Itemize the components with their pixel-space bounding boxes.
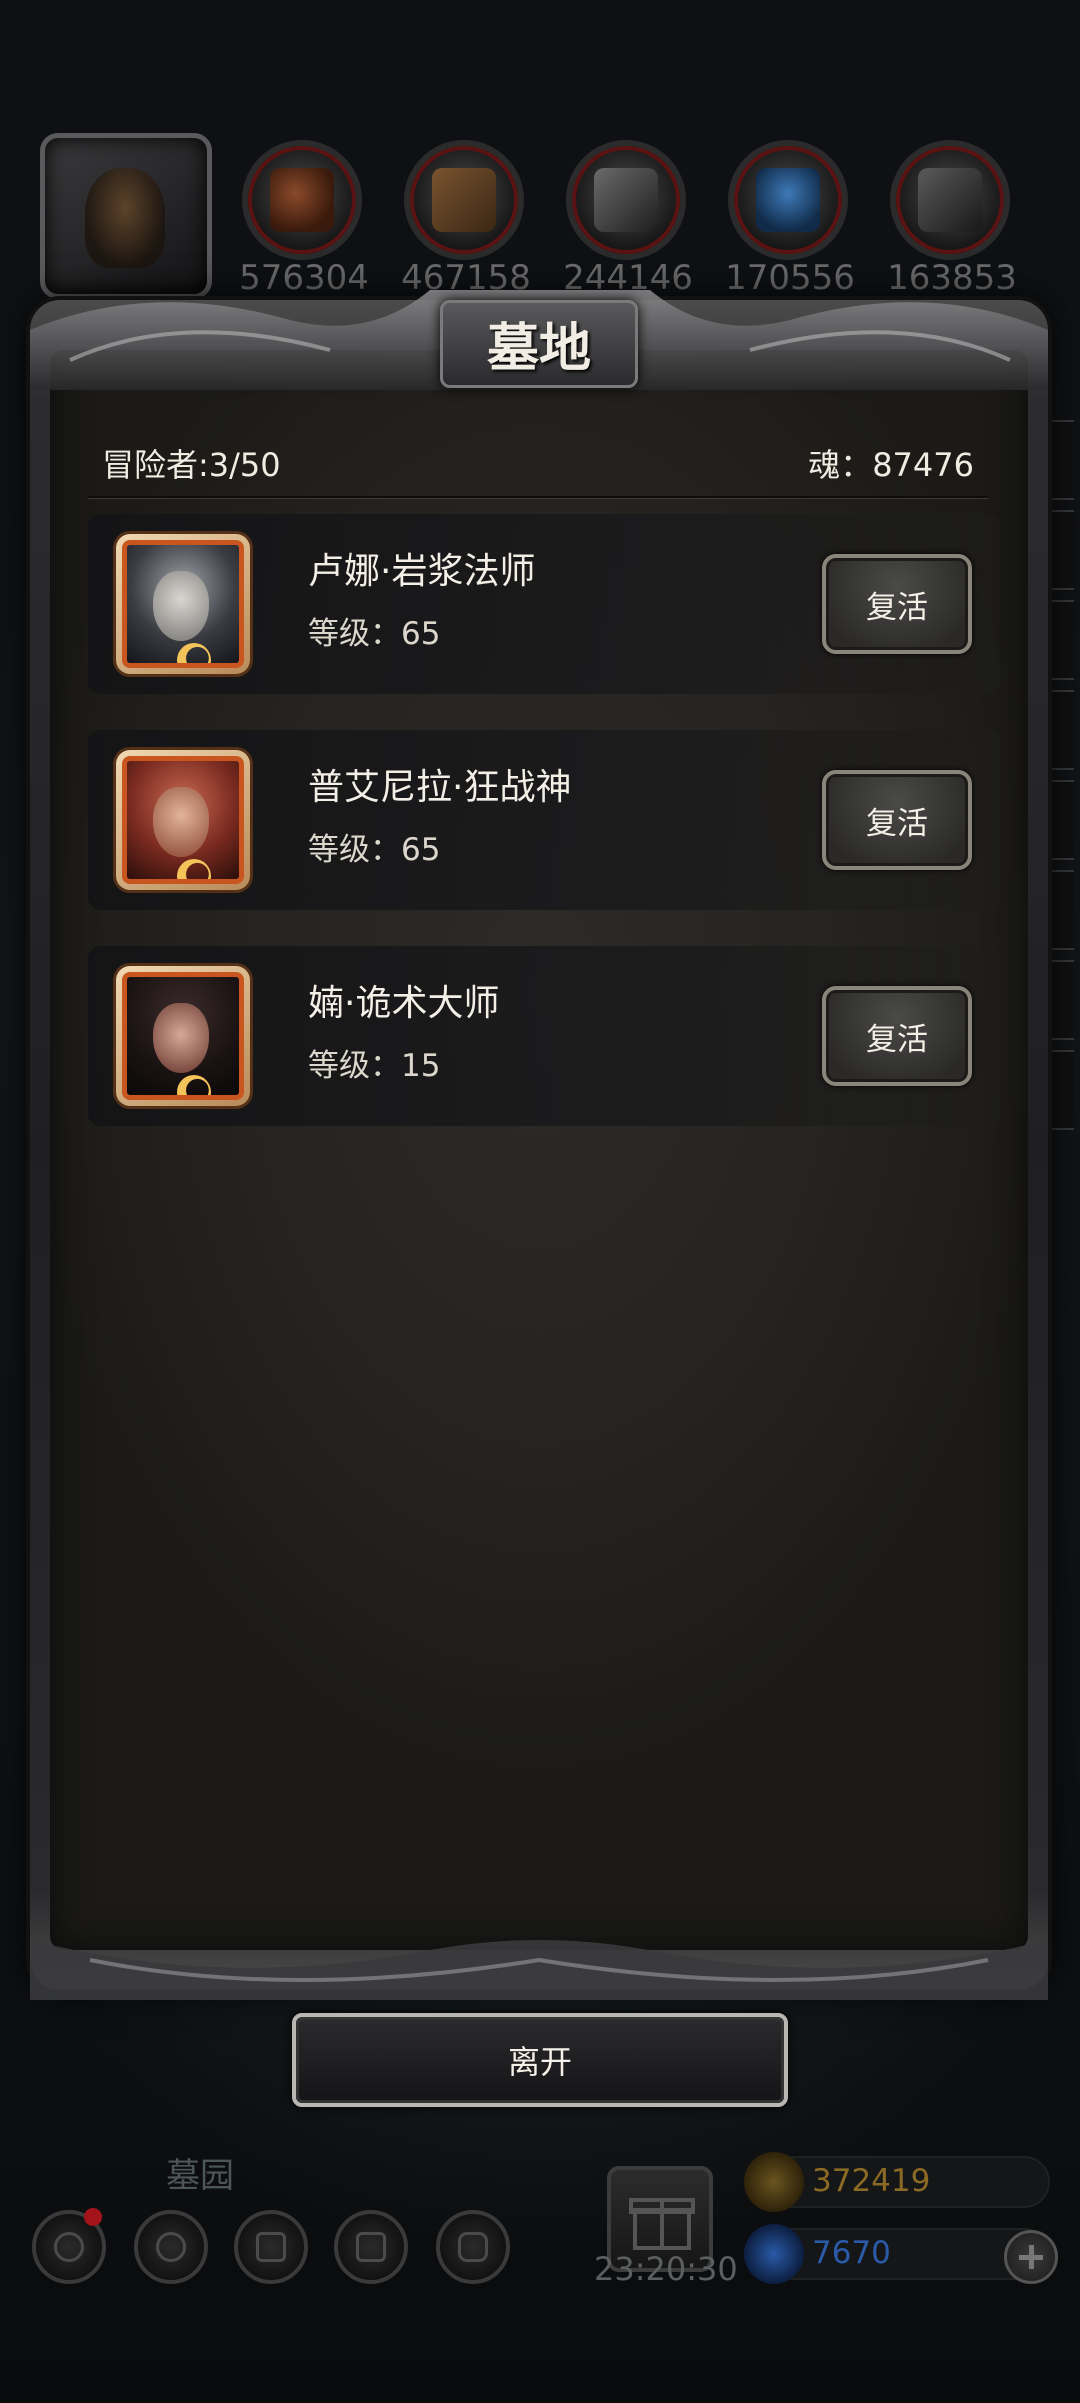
location-label: 墓园	[166, 2156, 234, 2196]
gem-value: 7670	[812, 2235, 891, 2271]
add-currency-button[interactable]	[1004, 2230, 1058, 2284]
hero-name: 卢娜·岩浆法师	[308, 551, 536, 592]
divider	[88, 496, 988, 498]
revive-button[interactable]: 复活	[822, 986, 972, 1086]
hero-level: 等级：65	[308, 616, 441, 652]
soul-count: 魂：87476	[808, 446, 974, 484]
hero-row: 普艾尼拉·狂战神 等级：65 复活	[88, 730, 1000, 910]
gold-scroll-icon	[744, 2152, 804, 2212]
side-tab[interactable]	[1044, 870, 1074, 950]
hero-avatar[interactable]	[116, 534, 250, 674]
moon-icon	[177, 1075, 211, 1095]
star-medal-icon[interactable]	[134, 2210, 208, 2284]
side-tab[interactable]	[1044, 960, 1074, 1040]
side-tab[interactable]	[1044, 1050, 1074, 1130]
hero-avatar[interactable]	[116, 966, 250, 1106]
hero-row: 卢娜·岩浆法师 等级：65 复活	[88, 514, 1000, 694]
hero-name: 普艾尼拉·狂战神	[308, 767, 572, 808]
meat-icon[interactable]	[242, 140, 362, 260]
revive-button[interactable]: 复活	[822, 554, 972, 654]
gold-value: 372419	[812, 2163, 931, 2199]
side-tab[interactable]	[1044, 600, 1074, 680]
side-tab[interactable]	[1044, 420, 1074, 500]
stats-row: 冒险者:3/50 魂：87476	[102, 440, 974, 490]
dialog-title: 墓地	[486, 318, 591, 379]
hero-portrait-icon	[153, 1003, 209, 1073]
wood-icon[interactable]	[404, 140, 524, 260]
side-tab[interactable]	[1044, 690, 1074, 770]
hero-name: 婻·诡术大师	[308, 983, 500, 1024]
hooded-figure-icon	[85, 168, 165, 268]
hero-row: 婻·诡术大师 等级：15 复活	[88, 946, 1000, 1126]
side-tab[interactable]	[1044, 780, 1074, 860]
stone-icon[interactable]	[566, 140, 686, 260]
mail-icon[interactable]	[334, 2210, 408, 2284]
graveyard-dialog: 墓地 冒险者:3/50 魂：87476 卢娜·岩浆法师 等级：65 复活 普艾尼…	[30, 290, 1048, 2000]
resource-bar: 576304 467158 244146 170556 163853	[0, 0, 1080, 300]
moon-icon	[177, 859, 211, 879]
iron-icon[interactable]	[890, 140, 1010, 260]
armor-icon[interactable]	[234, 2210, 308, 2284]
hero-portrait-icon	[153, 571, 209, 641]
hero-portrait-icon	[153, 787, 209, 857]
leave-button[interactable]: 离开	[292, 2013, 788, 2107]
crystal-icon[interactable]	[728, 140, 848, 260]
footer-ornament	[30, 1940, 1048, 2000]
hero-level: 等级：15	[308, 1048, 441, 1084]
gem-icon	[744, 2224, 804, 2284]
adventurer-count: 冒险者:3/50	[102, 446, 281, 484]
gift-timer: 23:20:30	[594, 2250, 738, 2288]
hero-avatar[interactable]	[116, 750, 250, 890]
shield-icon[interactable]	[436, 2210, 510, 2284]
moon-icon	[177, 643, 211, 663]
side-tab[interactable]	[1044, 510, 1074, 590]
revive-button[interactable]: 复活	[822, 770, 972, 870]
hero-level: 等级：65	[308, 832, 441, 868]
notification-dot	[84, 2208, 102, 2226]
